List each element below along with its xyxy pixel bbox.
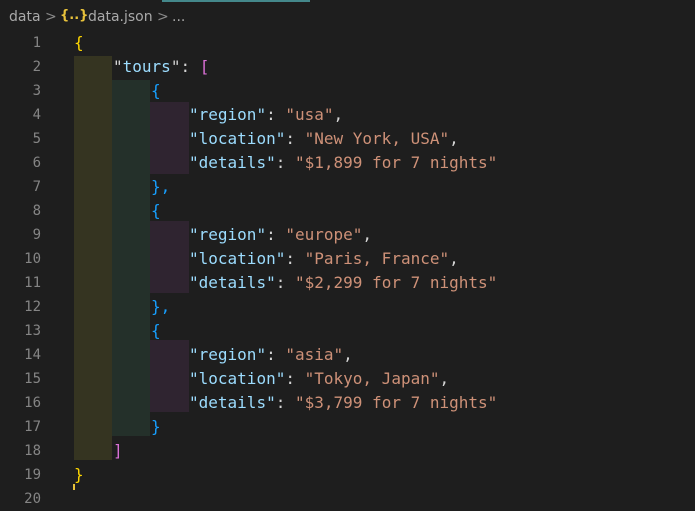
breadcrumb-more[interactable]: ... <box>172 9 185 25</box>
line-number: 1 <box>32 35 41 51</box>
code-line[interactable]: 19 } <box>0 463 695 487</box>
details-line: "details": "$1,899 for 7 nights" <box>189 153 498 172</box>
json-value: usa <box>294 105 324 124</box>
json-key: location <box>198 129 276 148</box>
chevron-right-icon: > <box>45 9 57 25</box>
code-line[interactable]: 10 "location": "Paris, France", <box>0 247 695 271</box>
json-value: New York, USA <box>314 129 440 148</box>
json-key: region <box>198 225 257 244</box>
json-key: details <box>198 153 267 172</box>
region-line: "region": "asia", <box>189 345 353 364</box>
text-cursor <box>73 484 75 490</box>
json-key: location <box>198 249 276 268</box>
object-open-brace: { <box>151 201 161 220</box>
line-number: 18 <box>24 443 41 459</box>
line-number: 19 <box>24 467 41 483</box>
code-line[interactable]: 3 { <box>0 79 695 103</box>
code-line[interactable]: 18 ] <box>0 439 695 463</box>
json-value: $2,299 for 7 nights <box>304 273 488 292</box>
location-line: "location": "Paris, France", <box>189 249 459 268</box>
line-number: 14 <box>24 347 41 363</box>
details-line: "details": "$3,799 for 7 nights" <box>189 393 498 412</box>
json-key: details <box>198 273 267 292</box>
line-number: 20 <box>24 491 41 507</box>
line-number: 10 <box>24 251 41 267</box>
json-value: europe <box>294 225 353 244</box>
json-value: $1,899 for 7 nights <box>304 153 488 172</box>
json-key: region <box>198 105 257 124</box>
details-line: "details": "$2,299 for 7 nights" <box>189 273 498 292</box>
line-number: 2 <box>32 59 41 75</box>
line-number: 13 <box>24 323 41 339</box>
line-number: 6 <box>32 155 41 171</box>
line-number: 16 <box>24 395 41 411</box>
breadcrumb-file[interactable]: data.json <box>88 9 153 25</box>
line-number: 17 <box>24 419 41 435</box>
chevron-right-icon: > <box>157 9 169 25</box>
root-open-brace: { <box>74 33 84 52</box>
array-close-bracket: ] <box>113 441 123 460</box>
code-line[interactable]: 4 "region": "usa", <box>0 103 695 127</box>
breadcrumb-folder[interactable]: data <box>9 9 41 25</box>
code-editor[interactable]: 1 { 2 "tours": [ 3 { 4 "region": "usa", … <box>0 31 695 507</box>
line-number: 8 <box>32 203 41 219</box>
code-line[interactable]: 12 }, <box>0 295 695 319</box>
code-line[interactable]: 7 }, <box>0 175 695 199</box>
object-close-brace: } <box>151 417 161 436</box>
region-line: "region": "usa", <box>189 105 344 124</box>
array-open-bracket: [ <box>199 57 210 76</box>
code-line[interactable]: 9 "region": "europe", <box>0 223 695 247</box>
code-line[interactable]: 8 { <box>0 199 695 223</box>
tours-key-line: "tours": [ <box>113 57 210 76</box>
line-number: 9 <box>32 227 41 243</box>
json-value: Tokyo, Japan <box>314 369 430 388</box>
json-value: $3,799 for 7 nights <box>304 393 488 412</box>
json-key: region <box>198 345 257 364</box>
json-value: asia <box>294 345 334 364</box>
code-line[interactable]: 11 "details": "$2,299 for 7 nights" <box>0 271 695 295</box>
line-number: 4 <box>32 107 41 123</box>
code-line[interactable]: 17 } <box>0 415 695 439</box>
code-line[interactable]: 15 "location": "Tokyo, Japan", <box>0 367 695 391</box>
line-number: 3 <box>32 83 41 99</box>
object-close-brace: }, <box>151 177 171 196</box>
location-line: "location": "Tokyo, Japan", <box>189 369 450 388</box>
object-close-brace: }, <box>151 297 171 316</box>
object-open-brace: { <box>151 81 161 100</box>
json-key: location <box>198 369 276 388</box>
code-line[interactable]: 14 "region": "asia", <box>0 343 695 367</box>
json-key: details <box>198 393 267 412</box>
code-line[interactable]: 16 "details": "$3,799 for 7 nights" <box>0 391 695 415</box>
location-line: "location": "New York, USA", <box>189 129 459 148</box>
code-line[interactable]: 6 "details": "$1,899 for 7 nights" <box>0 151 695 175</box>
code-line[interactable]: 5 "location": "New York, USA", <box>0 127 695 151</box>
code-line[interactable]: 2 "tours": [ <box>0 55 695 79</box>
json-key: tours <box>122 57 171 76</box>
line-number: 11 <box>24 275 41 291</box>
code-line[interactable]: 1 { <box>0 31 695 55</box>
code-line[interactable]: 20 <box>0 487 695 511</box>
code-line[interactable]: 13 { <box>0 319 695 343</box>
line-number: 7 <box>32 179 41 195</box>
json-value: Paris, France <box>314 249 440 268</box>
line-number: 15 <box>24 371 41 387</box>
region-line: "region": "europe", <box>189 225 373 244</box>
root-close-brace: } <box>74 465 84 484</box>
json-braces-icon: {..} <box>60 8 89 23</box>
object-open-brace: { <box>151 321 161 340</box>
line-number: 5 <box>32 131 41 147</box>
line-number: 12 <box>24 299 41 315</box>
